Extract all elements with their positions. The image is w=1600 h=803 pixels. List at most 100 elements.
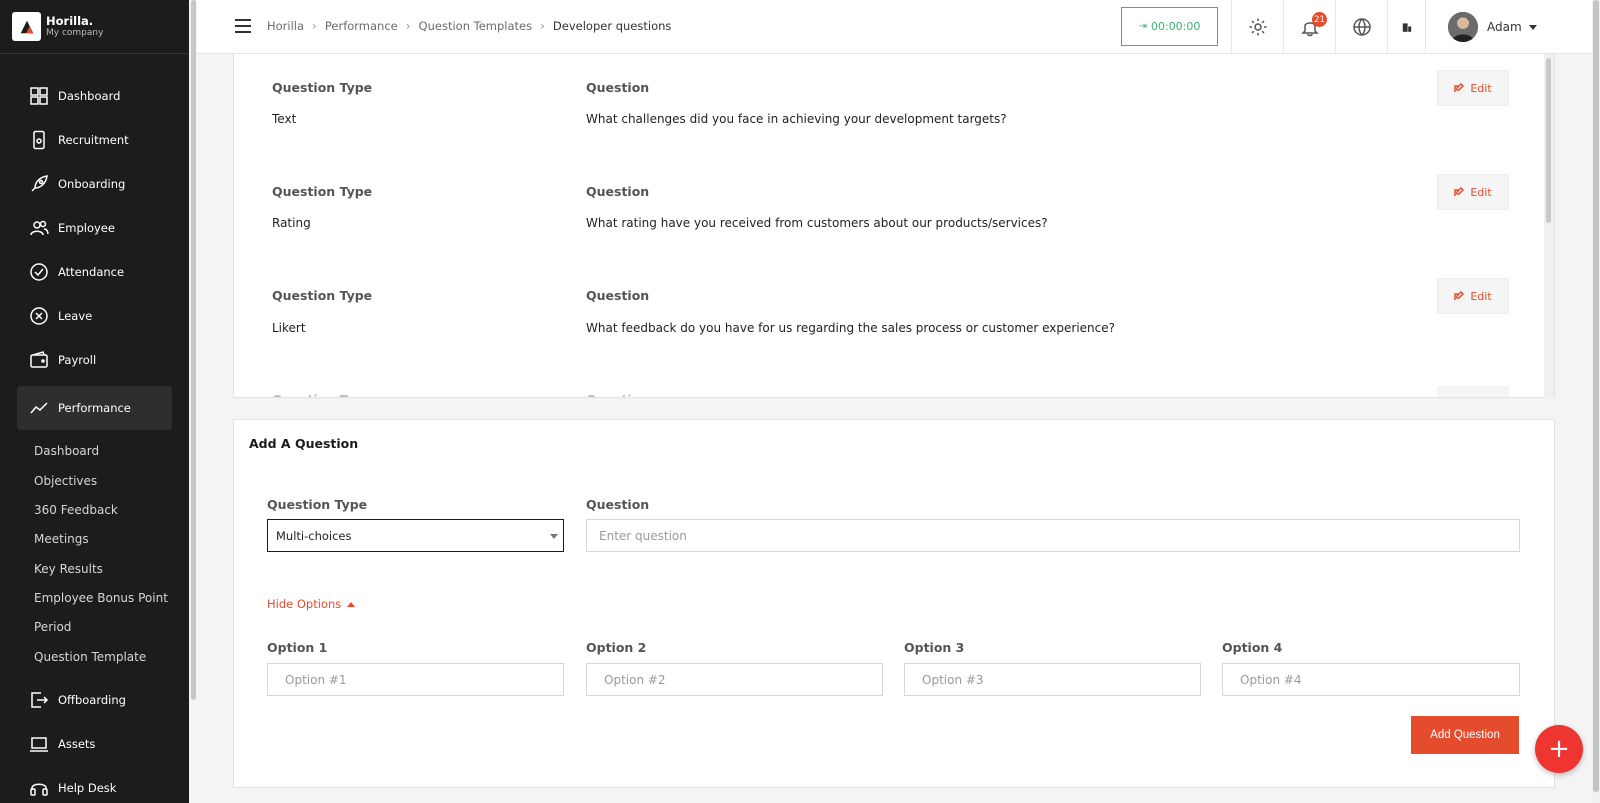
sidebar-item-offboarding[interactable]: Offboarding — [17, 678, 172, 722]
edit-button[interactable]: Edit — [1437, 278, 1509, 314]
clock-in-button[interactable]: ⇥ 00:00:00 — [1121, 7, 1218, 46]
sidebar-item-dashboard[interactable]: Dashboard — [17, 74, 172, 118]
sidebar-item-label: Performance — [58, 401, 131, 415]
sidebar-item-help-desk[interactable]: Help Desk — [17, 766, 172, 803]
sub-item-key-results[interactable]: Key Results — [34, 562, 103, 576]
option-1-label: Option 1 — [267, 640, 328, 655]
add-question-button[interactable]: Add Question — [1411, 716, 1519, 754]
option-2-input[interactable] — [586, 663, 883, 696]
sidebar-scrollbar-thumb[interactable] — [191, 0, 196, 700]
sidebar-item-label: Attendance — [58, 265, 125, 279]
edit-icon — [1454, 83, 1465, 92]
sidebar-item-onboarding[interactable]: Onboarding — [17, 162, 172, 206]
edit-label: Edit — [1470, 81, 1492, 95]
sidebar-item-leave[interactable]: Leave — [17, 294, 172, 338]
brand-company: My company — [46, 28, 104, 38]
sidebar-item-label: Offboarding — [58, 693, 126, 707]
sub-item-360-feedback[interactable]: 360 Feedback — [34, 503, 118, 517]
clock-in-icon: ⇥ — [1138, 21, 1147, 32]
question-text: What feedback do you have for us regardi… — [586, 321, 1116, 335]
option-2-label: Option 2 — [586, 640, 647, 655]
language-button[interactable] — [1335, 0, 1387, 54]
question-field-label: Question — [586, 497, 650, 512]
sidebar-item-assets[interactable]: Assets — [17, 722, 172, 766]
sub-item-employee-bonus-point[interactable]: Employee Bonus Point — [34, 591, 168, 605]
sub-item-period[interactable]: Period — [34, 620, 71, 634]
question-list-scrollbar-thumb[interactable] — [1546, 58, 1551, 223]
plus-icon: + — [1548, 734, 1570, 764]
question-type-value: Rating — [272, 216, 311, 230]
edit-label: Edit — [1470, 289, 1492, 303]
question-text: What challenges did you face in achievin… — [586, 112, 1007, 126]
sidebar-item-attendance[interactable]: Attendance — [17, 250, 172, 294]
edit-button[interactable] — [1437, 386, 1509, 397]
sidebar-item-label: Help Desk — [58, 781, 117, 795]
breadcrumb-question-templates[interactable]: Question Templates — [419, 19, 533, 33]
edit-icon — [1454, 187, 1465, 196]
dropdown-arrow-icon — [550, 534, 558, 539]
question-type-label: Question Type — [272, 392, 372, 397]
question-text: What rating have you received from custo… — [586, 216, 1048, 230]
hide-options-label: Hide Options — [267, 597, 342, 611]
wallet-icon — [29, 350, 49, 370]
sub-item-meetings[interactable]: Meetings — [34, 532, 89, 546]
sub-item-question-template[interactable]: Question Template — [34, 650, 146, 664]
option-4-input[interactable] — [1222, 663, 1520, 696]
menu-toggle-icon[interactable] — [235, 19, 251, 33]
edit-button[interactable]: Edit — [1437, 70, 1509, 106]
add-question-card — [233, 419, 1555, 788]
sidebar: Horilla. My company Dashboard Recruitmen… — [0, 0, 189, 803]
option-4-label: Option 4 — [1222, 640, 1283, 655]
sub-item-dashboard[interactable]: Dashboard — [34, 444, 99, 458]
top-header: Horilla › Performance › Question Templat… — [197, 0, 1592, 54]
option-3-input[interactable] — [904, 663, 1201, 696]
question-type-value: Text — [272, 112, 297, 126]
sidebar-item-label: Leave — [58, 309, 93, 323]
trend-icon — [29, 398, 49, 418]
edit-label: Edit — [1470, 185, 1492, 199]
laptop-icon — [29, 734, 49, 754]
caret-down-icon — [1528, 24, 1537, 30]
brand[interactable]: Horilla. My company — [0, 0, 189, 54]
sidebar-item-payroll[interactable]: Payroll — [17, 338, 172, 382]
rocket-icon — [29, 174, 49, 194]
question-type-label: Question Type — [272, 80, 373, 95]
question-input[interactable] — [586, 519, 1520, 552]
breadcrumb-performance[interactable]: Performance — [325, 19, 398, 33]
option-1-input[interactable] — [267, 663, 564, 696]
breadcrumb-horilla[interactable]: Horilla — [267, 19, 304, 33]
question-type-label: Question Type — [272, 184, 373, 199]
question-label: Question — [586, 392, 649, 397]
question-type-label: Question Type — [272, 288, 373, 303]
breadcrumb: Horilla › Performance › Question Templat… — [267, 19, 671, 33]
chevron-right-icon: › — [540, 19, 545, 33]
hide-options-toggle[interactable]: Hide Options — [267, 597, 356, 611]
globe-icon — [1352, 18, 1371, 36]
sidebar-item-label: Employee — [58, 221, 115, 235]
sub-item-objectives[interactable]: Objectives — [34, 474, 97, 488]
dashboard-icon — [29, 86, 49, 106]
horilla-logo-icon — [12, 12, 41, 41]
question-type-select[interactable]: Multi-choices — [267, 519, 564, 552]
edit-button[interactable]: Edit — [1437, 174, 1509, 210]
notification-badge: 21 — [1312, 12, 1327, 27]
floating-add-button[interactable]: + — [1535, 725, 1583, 773]
page-scrollbar-thumb[interactable] — [1593, 0, 1599, 792]
question-label: Question — [586, 80, 650, 95]
company-switch-button[interactable] — [1387, 0, 1425, 54]
notifications-button[interactable]: 21 — [1283, 0, 1335, 54]
check-circle-icon — [29, 262, 49, 282]
caret-up-icon — [347, 601, 356, 607]
settings-button[interactable] — [1231, 0, 1283, 54]
gear-icon — [1249, 18, 1266, 36]
sidebar-item-performance[interactable]: Performance — [17, 386, 172, 430]
sidebar-item-recruitment[interactable]: Recruitment — [17, 118, 172, 162]
sidebar-item-label: Payroll — [58, 353, 97, 367]
avatar — [1448, 12, 1478, 42]
sidebar-item-employee[interactable]: Employee — [17, 206, 172, 250]
option-3-label: Option 3 — [904, 640, 965, 655]
add-question-title: Add A Question — [249, 436, 359, 451]
recruitment-icon — [29, 130, 49, 150]
user-menu[interactable]: Adam — [1425, 0, 1585, 54]
question-label: Question — [586, 184, 650, 199]
